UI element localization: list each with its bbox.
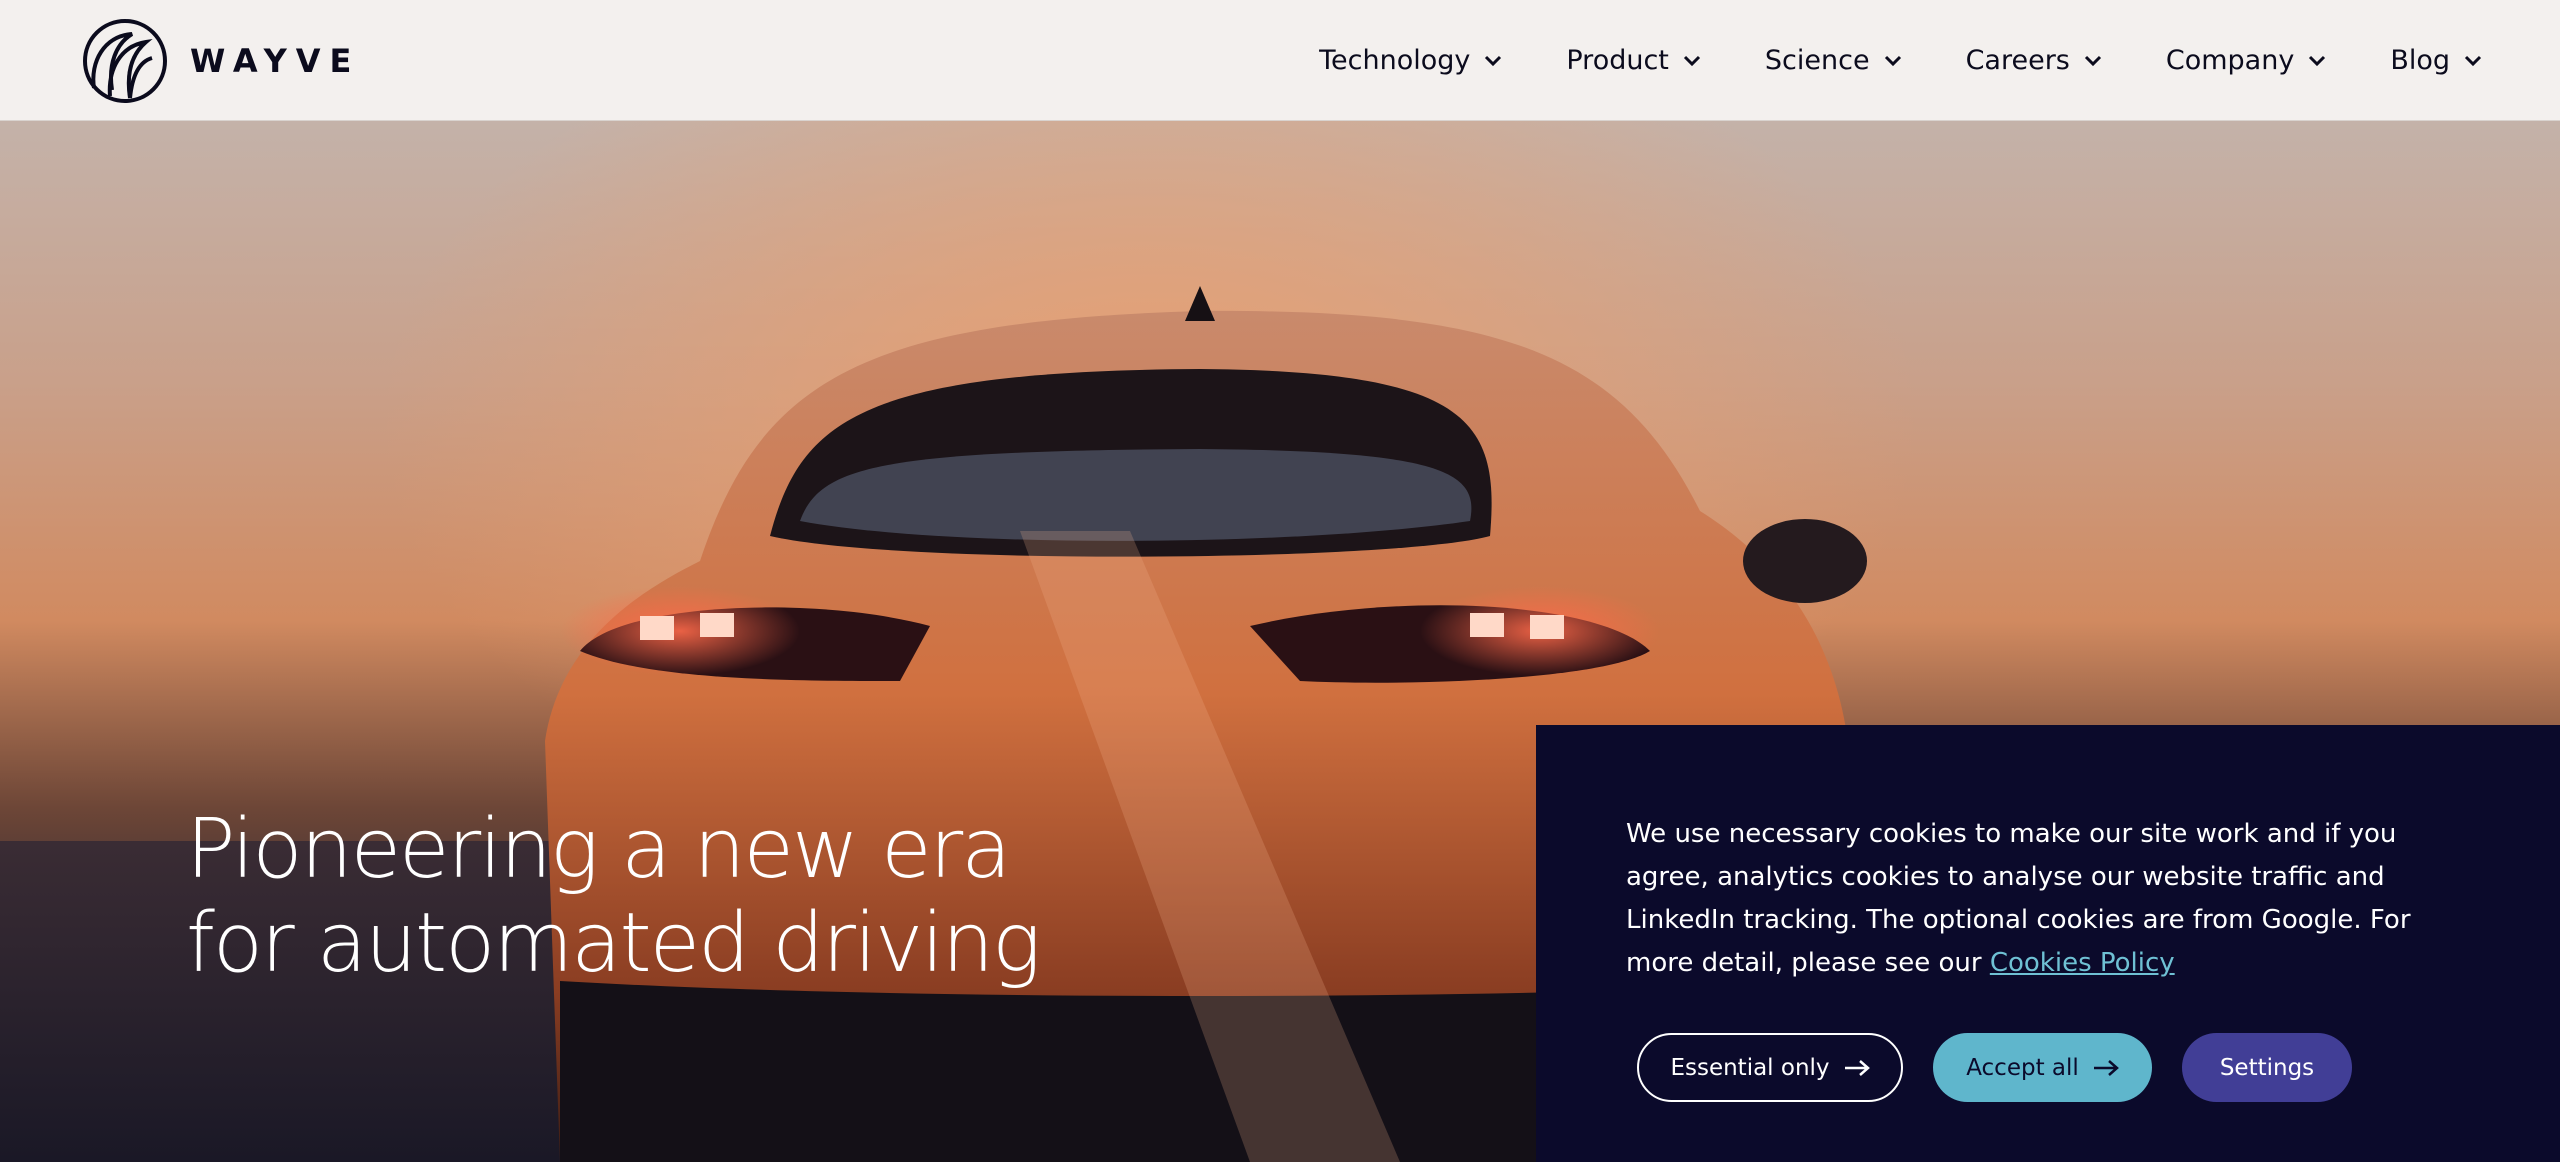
site-header: WAYVE Technology Product Science Careers… bbox=[0, 0, 2560, 121]
accept-all-button[interactable]: Accept all bbox=[1933, 1033, 2152, 1102]
nav-item-label: Technology bbox=[1319, 45, 1471, 76]
brand-name: WAYVE bbox=[190, 42, 361, 80]
chevron-down-icon bbox=[2084, 55, 2101, 66]
nav-item-label: Company bbox=[2165, 45, 2295, 76]
nav-item-technology[interactable]: Technology bbox=[1319, 45, 1502, 76]
chevron-down-icon bbox=[2464, 55, 2482, 66]
nav-item-science[interactable]: Science bbox=[1765, 45, 1902, 76]
cookie-banner: We use necessary cookies to make our sit… bbox=[1536, 725, 2560, 1162]
nav-item-label: Blog bbox=[2390, 45, 2450, 76]
nav-item-label: Careers bbox=[1965, 45, 2070, 76]
hero-heading: Pioneering a new era for automated drivi… bbox=[186, 802, 1041, 991]
accept-all-label: Accept all bbox=[1966, 1054, 2079, 1081]
chevron-down-icon bbox=[1485, 55, 1502, 66]
cookies-policy-link[interactable]: Cookies Policy bbox=[1990, 948, 2175, 978]
hero-heading-line-2: for automated driving bbox=[186, 896, 1041, 991]
nav-item-product[interactable]: Product bbox=[1566, 45, 1701, 76]
arrow-right-icon bbox=[2093, 1059, 2119, 1076]
settings-label: Settings bbox=[2219, 1054, 2315, 1081]
nav-item-careers[interactable]: Careers bbox=[1966, 45, 2102, 76]
essential-only-label: Essential only bbox=[1670, 1054, 1830, 1081]
chevron-down-icon bbox=[1683, 55, 1700, 66]
settings-button[interactable]: Settings bbox=[2182, 1033, 2352, 1102]
nav-item-company[interactable]: Company bbox=[2166, 45, 2326, 76]
nav-item-label: Science bbox=[1764, 45, 1870, 76]
essential-only-button[interactable]: Essential only bbox=[1637, 1033, 1903, 1102]
wayve-logo-icon bbox=[83, 19, 167, 103]
cookie-message: We use necessary cookies to make our sit… bbox=[1626, 813, 2426, 985]
nav-item-label: Product bbox=[1566, 45, 1669, 76]
hero-heading-line-1: Pioneering a new era bbox=[186, 802, 1011, 897]
brand-logo[interactable]: WAYVE bbox=[82, 18, 360, 104]
chevron-down-icon bbox=[1884, 55, 1901, 66]
arrow-right-icon bbox=[1844, 1059, 1870, 1076]
main-nav: Technology Product Science Careers Compa… bbox=[1255, 0, 2482, 121]
cookie-button-group: Essential only Accept all Settings bbox=[1637, 1033, 2382, 1102]
chevron-down-icon bbox=[2309, 55, 2326, 66]
nav-item-blog[interactable]: Blog bbox=[2390, 45, 2482, 76]
